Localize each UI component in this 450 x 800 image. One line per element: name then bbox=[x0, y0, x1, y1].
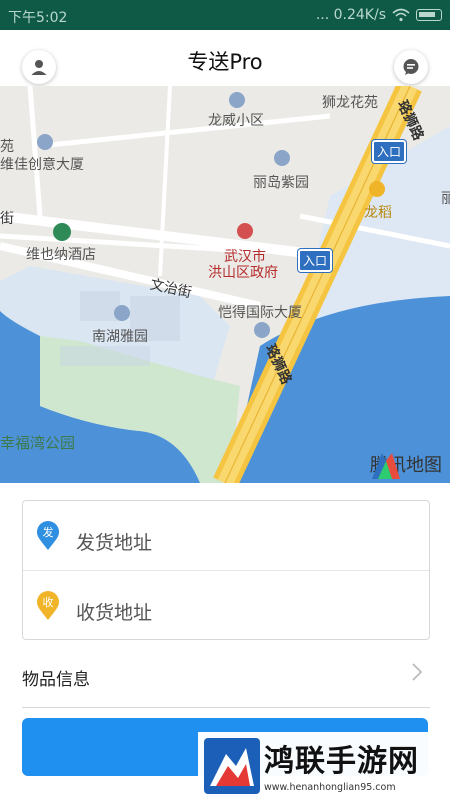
network-speed: ... 0.24K/s bbox=[315, 7, 386, 23]
map-label: 丽岛紫园 bbox=[253, 175, 309, 191]
map-label: 龙稻 bbox=[364, 205, 392, 221]
map-label: 街 bbox=[0, 211, 14, 227]
wifi-icon bbox=[392, 8, 410, 22]
receive-pin-icon: 收 bbox=[37, 591, 59, 620]
message-icon bbox=[403, 59, 419, 75]
status-time: 下午5:02 bbox=[8, 10, 68, 26]
map-label: 南湖雅园 bbox=[92, 329, 148, 345]
svg-text:收: 收 bbox=[43, 595, 54, 609]
map-provider-logo: 腾讯地图 bbox=[370, 451, 442, 479]
chevron-right-icon bbox=[412, 663, 422, 681]
battery-icon bbox=[416, 9, 442, 21]
map-label: 恺得国际大厦 bbox=[218, 305, 302, 321]
map-label: 苑 bbox=[0, 139, 14, 155]
map-label: 幸福湾公园 bbox=[0, 434, 76, 452]
send-address-label: 发货地址 bbox=[76, 532, 153, 554]
entrance-marker: 入口 bbox=[298, 249, 333, 272]
watermark-logo bbox=[204, 738, 260, 794]
page-title: 专送Pro bbox=[187, 50, 263, 74]
entrance-marker: 入口 bbox=[372, 140, 407, 163]
map-view[interactable]: 狮龙花苑 龙威小区 苑 维佳创意大厦 丽岛紫园 龙稻 丽 街 武汉市 洪山区政府… bbox=[0, 86, 450, 483]
watermark-title: 鸿联手游网 bbox=[264, 744, 419, 779]
message-button[interactable] bbox=[394, 50, 428, 84]
address-card: 发 发货地址 收 收货地址 bbox=[22, 500, 430, 640]
app-header: 专送Pro bbox=[0, 30, 450, 86]
map-label: 龙威小区 bbox=[208, 113, 264, 129]
map-label: 丽 bbox=[441, 191, 450, 207]
svg-text:发: 发 bbox=[43, 525, 54, 539]
send-address-field[interactable]: 发 发货地址 bbox=[23, 501, 429, 571]
tencent-map-icon bbox=[372, 453, 400, 479]
goods-info-row[interactable]: 物品信息 bbox=[22, 650, 430, 708]
receive-address-label: 收货地址 bbox=[76, 602, 153, 624]
goods-info-label: 物品信息 bbox=[22, 670, 90, 690]
map-label: 洪山区政府 bbox=[208, 265, 278, 281]
receive-address-field[interactable]: 收 收货地址 bbox=[23, 571, 429, 641]
watermark: 鸿联手游网 www.henanhonglian95.com bbox=[198, 732, 450, 800]
status-icons: ... 0.24K/s bbox=[316, 7, 442, 23]
watermark-url: www.henanhonglian95.com bbox=[264, 782, 396, 793]
map-label: 维也纳酒店 bbox=[26, 247, 96, 263]
map-label: 狮龙花苑 bbox=[322, 95, 378, 111]
send-pin-icon: 发 bbox=[37, 521, 59, 550]
map-label: 维佳创意大厦 bbox=[0, 157, 84, 173]
status-bar: 下午5:02 ... 0.24K/s bbox=[0, 0, 450, 30]
